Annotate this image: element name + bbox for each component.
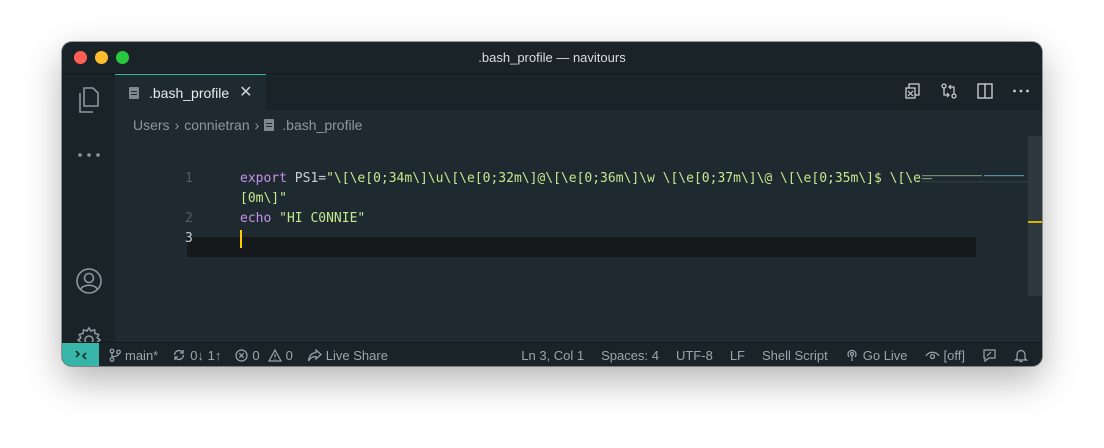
line-number: 3 <box>185 231 193 246</box>
source-control-compare-icon <box>941 83 957 99</box>
sync-icon <box>174 349 185 361</box>
eol-item[interactable]: LF <box>730 348 745 363</box>
keyword-token: echo <box>240 211 272 226</box>
vscode-window: .bash_profile — navitours .bash_profile … <box>62 42 1042 366</box>
activity-bar <box>62 74 115 354</box>
branch-name: main* <box>125 347 159 363</box>
code-line: 1 export PS1="\[\e[0;34m\]\u\[\e[0;32m\]… <box>115 169 975 189</box>
git-branch-icon <box>109 348 121 362</box>
encoding-item[interactable]: UTF-8 <box>676 348 713 363</box>
language-mode-item[interactable]: Shell Script <box>762 348 828 363</box>
more-actions-icon <box>1013 89 1029 93</box>
eye-icon <box>925 351 940 360</box>
explorer-icon <box>78 87 99 113</box>
breadcrumb-item-connietran[interactable]: connietran <box>184 117 249 133</box>
indentation-item[interactable]: Spaces: 4 <box>601 348 659 363</box>
file-icon <box>129 86 139 99</box>
bell-icon <box>1014 349 1028 362</box>
broadcast-icon <box>847 349 857 361</box>
close-window-button[interactable] <box>74 51 87 64</box>
minimap[interactable] <box>922 174 1032 186</box>
warning-count: 0 <box>285 347 293 363</box>
error-count: 0 <box>252 347 260 363</box>
status-left: main* 0↓ 1↑ 0 0 Live Share <box>109 348 388 363</box>
more-actions-button[interactable] <box>1012 82 1030 100</box>
string-token: "\[\e[0;34m\]\u\[\e[0;32m\]@\[\e[0;36m\]… <box>326 171 921 186</box>
compare-changes-button[interactable] <box>940 82 958 100</box>
file-icon <box>264 119 275 131</box>
keyword-token: export <box>240 171 287 186</box>
tab-bash-profile[interactable]: .bash_profile ✕ <box>115 74 266 110</box>
live-share-label: Live Share <box>325 347 388 363</box>
editor-area: .bash_profile ✕ Users › connietran › .ba… <box>115 74 1042 342</box>
minimize-window-button[interactable] <box>95 51 108 64</box>
live-share-item[interactable]: Live Share <box>307 348 388 363</box>
open-changes-button[interactable] <box>904 82 922 100</box>
cursor-position-item[interactable]: Ln 3, Col 1 <box>521 348 584 363</box>
warning-icon <box>267 348 282 362</box>
broadcast-toggle-item[interactable]: [off] <box>925 348 965 363</box>
vertical-scrollbar[interactable] <box>1028 136 1042 296</box>
status-bar: main* 0↓ 1↑ 0 0 Live Share Ln 3, Col 1 S… <box>62 342 1042 366</box>
scrollbar-cursor-marker <box>1028 221 1042 223</box>
code-line: 2 echo "HI C0NNIE" <box>115 209 975 229</box>
zoom-window-button[interactable] <box>116 51 129 64</box>
error-icon <box>235 348 248 362</box>
breadcrumb-item-users[interactable]: Users <box>133 117 170 133</box>
split-editor-button[interactable] <box>976 82 994 100</box>
feedback-icon <box>983 348 996 362</box>
status-right: Ln 3, Col 1 Spaces: 4 UTF-8 LF Shell Scr… <box>521 348 1028 363</box>
text-cursor <box>240 230 242 248</box>
line-content: echo "HI C0NNIE" <box>240 209 365 229</box>
chevron-right-icon: › <box>174 117 180 133</box>
split-editor-icon <box>977 83 993 99</box>
remote-icon <box>74 350 87 360</box>
broadcast-state: [off] <box>943 347 965 363</box>
line-number: 1 <box>185 171 193 186</box>
tab-label: .bash_profile <box>149 84 230 101</box>
go-live-item[interactable]: Go Live <box>845 348 908 363</box>
window-controls <box>74 51 129 64</box>
breadcrumb: Users › connietran › .bash_profile <box>133 112 362 138</box>
editor-actions <box>904 82 1030 100</box>
go-live-label: Go Live <box>862 347 908 363</box>
line-content: [0m\]" <box>240 189 287 209</box>
chevron-right-icon: › <box>254 117 260 133</box>
line-content: export PS1="\[\e[0;34m\]\u\[\e[0;32m\]@\… <box>240 169 921 189</box>
more-icon <box>77 153 100 157</box>
explorer-button[interactable] <box>62 86 115 114</box>
close-tab-icon[interactable]: ✕ <box>239 84 252 101</box>
string-token: "HI C0NNIE" <box>279 211 366 226</box>
variable-token: PS1= <box>286 171 327 186</box>
accounts-button[interactable] <box>62 267 115 295</box>
code-line-current: 3 <box>115 229 975 249</box>
branch-item[interactable]: main* <box>109 348 158 363</box>
variable-token <box>271 211 279 226</box>
string-token: [0m\]" <box>240 191 287 206</box>
code-line-wrapped: [0m\]" <box>115 189 975 209</box>
tab-bar: .bash_profile ✕ <box>115 74 1042 110</box>
window-title: .bash_profile — navitours <box>478 50 626 65</box>
notifications-item[interactable] <box>1014 348 1028 363</box>
title-bar: .bash_profile — navitours <box>62 42 1042 74</box>
sync-status: 0↓ 1↑ <box>190 347 222 363</box>
feedback-item[interactable] <box>982 348 997 363</box>
remote-indicator[interactable] <box>62 343 99 366</box>
problems-item[interactable]: 0 0 <box>235 347 293 363</box>
sync-item[interactable]: 0↓ 1↑ <box>172 348 221 363</box>
account-icon <box>75 268 102 294</box>
open-changes-icon <box>905 83 920 99</box>
live-share-icon <box>307 348 322 361</box>
line-number: 2 <box>185 211 193 226</box>
breadcrumb-item-file[interactable]: .bash_profile <box>282 117 362 133</box>
more-views-button[interactable] <box>62 152 115 158</box>
